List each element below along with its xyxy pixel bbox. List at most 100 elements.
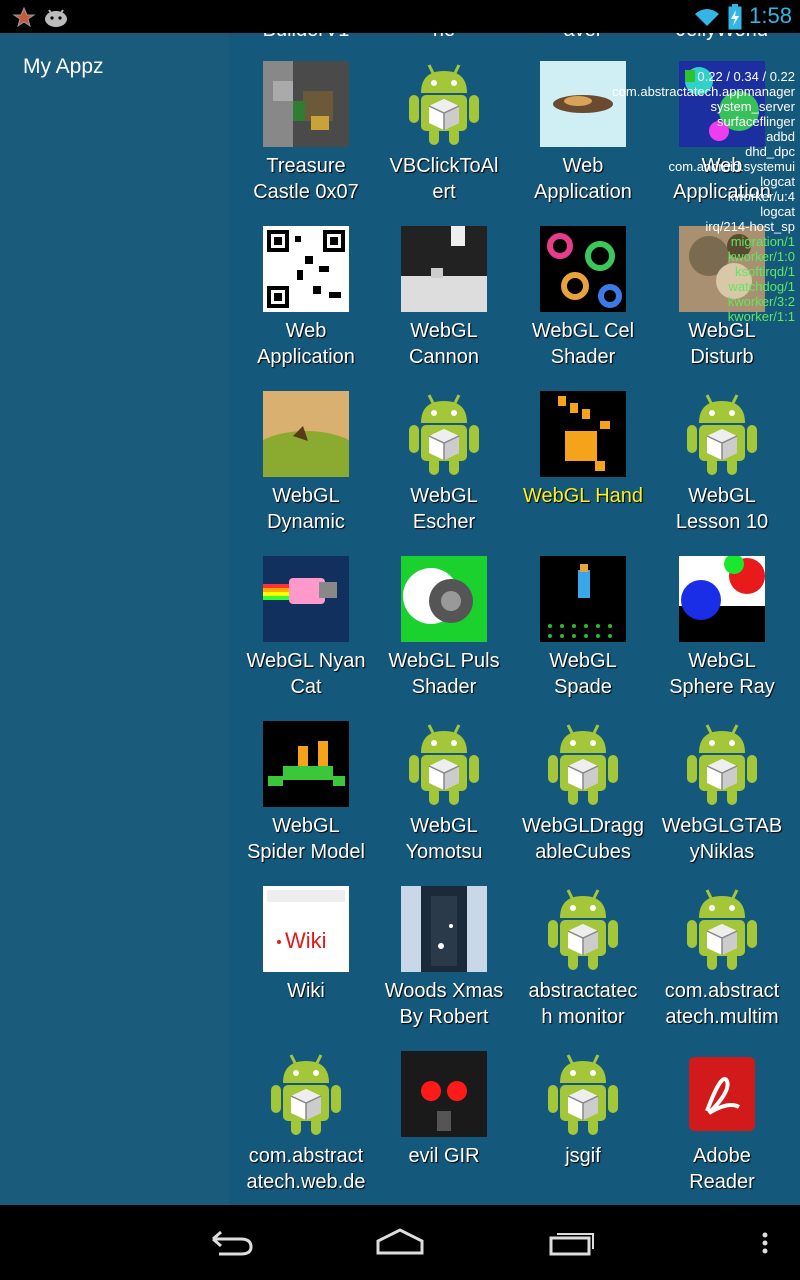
process-entry: kworker/3:2 — [727, 294, 795, 309]
woods-xmas-icon — [401, 886, 487, 972]
app-label-line: com.abstract — [248, 1145, 364, 1167]
navigation-bar — [0, 1205, 800, 1280]
app-label-line: WebGL — [410, 485, 478, 507]
app-item[interactable]: VBClickToAl ert — [375, 33, 513, 203]
webgl-spider-model-icon — [263, 721, 349, 807]
app-label-line: com.abstract — [664, 980, 780, 1002]
android-default-icon — [540, 886, 626, 972]
star-notification-icon — [12, 6, 36, 28]
app-label-line: WebGL — [688, 485, 756, 507]
android-default-icon — [401, 721, 487, 807]
treasure-castle-icon — [263, 61, 349, 147]
process-entry: com.abstractatech.appmanager — [612, 84, 795, 99]
app-item[interactable]: com.abstract atech.web.de — [237, 1023, 375, 1193]
process-entry: logcat — [760, 204, 795, 219]
app-label: Wiki — [237, 978, 375, 1004]
app-item[interactable]: Web Application — [237, 198, 375, 368]
load-average: 0.22 / 0.34 / 0.22 — [595, 69, 795, 84]
android-default-icon — [679, 391, 765, 477]
android-default-icon — [401, 391, 487, 477]
load-text: 0.22 / 0.34 / 0.22 — [697, 69, 795, 84]
app-item[interactable]: Adobe Reader — [653, 1023, 791, 1193]
app-item[interactable]: com.abstract atech.multim — [653, 858, 791, 1028]
app-label-line: Treasure — [266, 155, 346, 177]
app-label-line: WebGLDragg — [522, 815, 644, 837]
process-entry: kworker/1:1 — [727, 309, 795, 324]
recent-apps-button[interactable] — [547, 1227, 597, 1257]
app-label-line: WebGL — [688, 650, 756, 672]
android-default-icon — [679, 721, 765, 807]
webgl-dynamic-icon — [246, 391, 366, 491]
app-item[interactable]: jsgif — [514, 1023, 652, 1183]
webgl-puls-shader-icon — [401, 556, 487, 642]
app-item[interactable]: WebGL Spider Model — [237, 693, 375, 863]
webgl-sphere-ray-icon — [679, 554, 765, 642]
process-entry: system_server — [710, 99, 795, 114]
process-entry: kworker/1:0 — [727, 249, 795, 264]
app-label-line: WebGL — [549, 650, 617, 672]
wiki-icon: Wiki — [263, 886, 349, 972]
status-bar: 1:58 — [0, 0, 800, 33]
qr-code-icon — [263, 226, 349, 312]
wifi-icon — [695, 9, 719, 26]
back-button[interactable] — [205, 1227, 255, 1257]
app-item[interactable]: WebGL Cannon — [375, 198, 513, 368]
app-label-line: Wiki — [287, 980, 325, 1002]
app-label-line: WebGL Nyan — [246, 650, 366, 672]
process-entry: logcat — [760, 174, 795, 189]
process-entry: kworker/u:4 — [727, 189, 795, 204]
app-item[interactable]: WebGL Dynamic — [237, 363, 375, 533]
android-default-icon — [540, 721, 626, 807]
app-label-line: Web — [285, 320, 327, 342]
app-item[interactable]: WebGL Spade — [514, 528, 652, 698]
app-item[interactable]: WebGLDragg ableCubes — [514, 693, 652, 863]
menu-button[interactable] — [760, 1231, 770, 1261]
app-grid[interactable]: BuilderV1 ne aver JellyWorld TreasureCas… — [229, 33, 800, 1205]
app-item[interactable]: Wiki Wiki — [237, 858, 375, 1018]
app-item[interactable]: Woods Xmas By Robert — [375, 858, 513, 1028]
process-monitor-overlay: 0.22 / 0.34 / 0.22 com.abstractatech.app… — [595, 69, 795, 324]
nyan-cat-icon — [263, 556, 349, 642]
app-item[interactable]: WebGL Lesson 10 — [653, 363, 791, 533]
app-label-line: Adobe — [693, 1145, 751, 1167]
webgl-cannon-icon — [401, 226, 487, 312]
process-entry: watchdog/1 — [728, 279, 796, 294]
app-label-line: VBClickToAl — [389, 155, 499, 177]
load-bar — [685, 70, 695, 82]
app-item[interactable]: WebGL Nyan Cat — [237, 528, 375, 698]
process-entry: ksoftirqd/1 — [735, 264, 795, 279]
android-notification-icon — [45, 9, 67, 27]
android-default-icon — [401, 61, 487, 147]
app-item[interactable]: WebGL Puls Shader — [375, 528, 513, 698]
app-label-line: WebGL — [272, 815, 340, 837]
app-label: WebGL Hand — [514, 483, 652, 509]
android-default-icon — [540, 1051, 626, 1137]
app-item[interactable]: WebGL Hand — [514, 363, 652, 523]
app-label-line: WebGL Hand — [522, 485, 644, 507]
app-item[interactable]: evil GIR — [375, 1023, 513, 1183]
app-label: evil GIR — [375, 1143, 513, 1169]
adobe-reader-icon — [679, 1051, 765, 1137]
app-item[interactable]: Treasure Castle 0x07 — [237, 33, 375, 203]
sidebar: My Appz — [0, 33, 229, 1205]
process-list: com.abstractatech.appmanager system_serve… — [595, 84, 795, 324]
app-item[interactable]: WebGLGTAB yNiklas — [653, 693, 791, 863]
sidebar-title[interactable]: My Appz — [23, 55, 104, 79]
app-item[interactable]: WebGL Escher — [375, 363, 513, 533]
app-label: Adobe Reader — [653, 1143, 791, 1195]
webgl-hand-icon — [540, 391, 626, 477]
app-label-line: WebGL — [410, 815, 478, 837]
app-item[interactable]: WebGL Sphere Ray — [653, 528, 791, 698]
app-label-line: atech.web.de — [246, 1171, 366, 1193]
app-item[interactable]: abstractatec h monitor — [514, 858, 652, 1028]
home-button[interactable] — [374, 1227, 426, 1257]
webgl-spade-icon — [540, 556, 626, 642]
process-entry: migration/1 — [730, 234, 795, 249]
svg-text:Wiki: Wiki — [285, 928, 327, 953]
app-label-line: WebGL Puls — [388, 650, 500, 672]
status-time: 1:58 — [749, 3, 792, 28]
android-default-icon — [679, 886, 765, 972]
app-item[interactable]: WebGL Yomotsu — [375, 693, 513, 863]
app-label-line: evil GIR — [408, 1145, 480, 1167]
app-label-line: WebGL — [272, 485, 340, 507]
